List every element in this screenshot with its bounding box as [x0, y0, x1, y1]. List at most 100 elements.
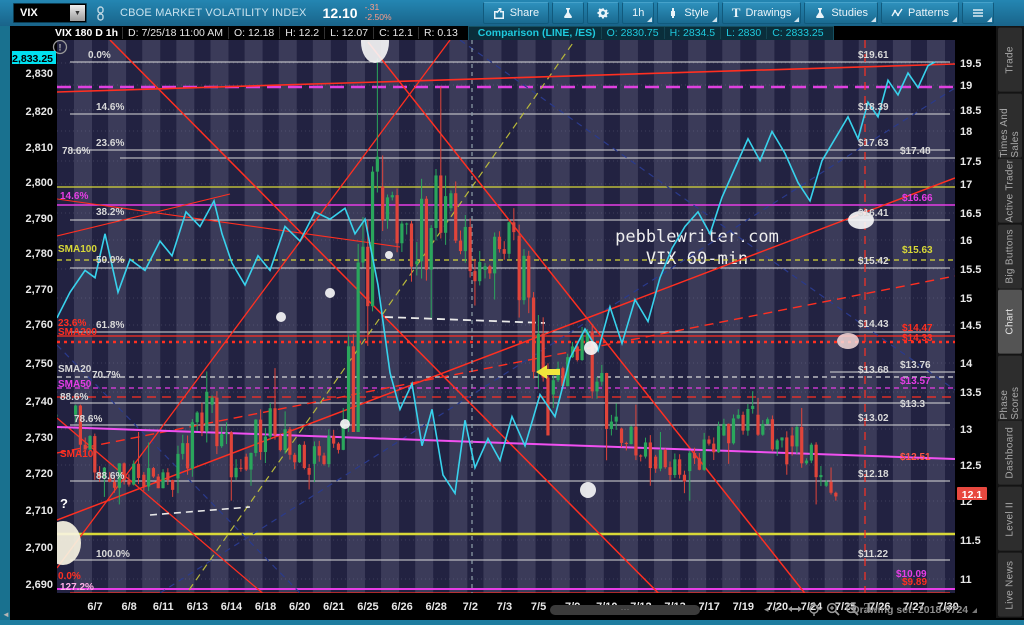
drawn-ellipse	[325, 288, 335, 298]
sidebar-tab-phase-scores[interactable]: Phase Scores	[998, 356, 1022, 420]
ohlc-field: C: 12.1	[373, 27, 418, 39]
right-axis-tick: 14.5	[960, 320, 981, 332]
date-label: 6/20	[289, 601, 310, 613]
sidebar-tab-dashboard[interactable]: Dashboard	[998, 421, 1022, 485]
chart-canvas[interactable]: pebblewriter.comVIX 60-min?0.0%14.6%23.6…	[0, 0, 1024, 625]
level-label: 88.6%	[96, 471, 124, 482]
level-label: 0.0%	[88, 50, 111, 61]
level-label: $11.22	[858, 549, 888, 560]
right-axis-tick: 15	[960, 293, 972, 305]
level-label: SMA200	[58, 327, 97, 338]
ohlc-field: D: 7/25/18 11:00 AM	[122, 27, 228, 39]
level-label: 78.6%	[74, 414, 102, 425]
level-label: 88.6%	[60, 392, 88, 403]
sidebar-tab-active-trader[interactable]: Active Trader	[998, 159, 1022, 223]
style-button[interactable]: Style	[657, 2, 718, 24]
right-axis-tick: 12.5	[960, 460, 981, 472]
link-icon[interactable]	[95, 6, 106, 21]
drawing-set-selector[interactable]: Drawing set: 2018-0724	[852, 604, 977, 616]
patterns-button[interactable]: Patterns	[881, 2, 959, 24]
level-label: $17.63	[858, 138, 889, 149]
right-axis-tick: 14	[960, 358, 973, 370]
drawings-button[interactable]: T Drawings	[722, 2, 802, 24]
level-label: $17.48	[900, 146, 931, 157]
date-label: 6/21	[323, 601, 344, 613]
onDemand-button[interactable]	[552, 2, 584, 24]
studies-button[interactable]: Studies	[804, 2, 878, 24]
comparison-field: H: 2834.5	[664, 27, 721, 39]
gear-icon	[597, 7, 609, 19]
symbol-dropdown[interactable]: VIX ▼	[13, 3, 87, 23]
left-axis-tick: 2,740	[25, 396, 53, 408]
interval-button[interactable]: 1h	[622, 2, 654, 24]
symbol-value: VIX	[14, 7, 69, 19]
comparison-field: L: 2830	[720, 27, 766, 39]
chart-ohlc-header: VIX 180 D 1h D: 7/25/18 11:00 AMO: 12.18…	[10, 26, 996, 40]
sidebar-tab-chart[interactable]: Chart	[998, 290, 1022, 354]
level-label: 0.0%	[58, 571, 81, 582]
level-label: $13.3	[900, 399, 925, 410]
settings-button[interactable]	[587, 2, 619, 24]
right-axis-tick: 13	[960, 424, 972, 436]
level-label: $9.89	[902, 577, 927, 588]
crosshair-icon[interactable]	[807, 602, 821, 616]
level-label: $19.61	[858, 50, 889, 61]
svg-text:VIX 60-min: VIX 60-min	[646, 249, 748, 269]
change-percent: -2.50%	[365, 13, 392, 23]
right-axis-tick: 19	[960, 80, 972, 92]
level-label: SMA50	[58, 379, 92, 390]
scroll-nav-arrows[interactable]: ◂ ▸	[764, 604, 782, 615]
left-axis-tick: 2,760	[25, 319, 53, 331]
right-axis-tick: 18	[960, 126, 972, 138]
left-axis-tick: 2,810	[25, 142, 53, 154]
sidebar-tab-big-buttons[interactable]: Big Buttons	[998, 225, 1022, 289]
chart-menu-button[interactable]	[962, 2, 994, 24]
level-label: SMA10	[60, 449, 94, 460]
level-label: 70.7%	[92, 370, 120, 381]
date-label: 6/13	[187, 601, 208, 613]
time-axis-scrollbar[interactable]: ···	[550, 605, 700, 615]
level-label: 38.2%	[96, 207, 124, 218]
style-icon	[667, 7, 679, 19]
level-label: $15.63	[902, 245, 933, 256]
right-axis-tick: 15.5	[960, 264, 981, 276]
level-label: SMA100	[58, 244, 97, 255]
level-label: 61.8%	[96, 320, 124, 331]
date-label: 6/11	[153, 601, 174, 613]
share-button[interactable]: Share	[483, 2, 549, 24]
ohlc-field: H: 12.2	[279, 27, 324, 39]
comparison-header: Comparison (LINE, /ES) O: 2830.75H: 2834…	[468, 26, 834, 40]
date-label: 6/7	[87, 601, 102, 613]
level-label: 14.6%	[96, 102, 124, 113]
sidebar-tab-live-news[interactable]: Live News	[998, 553, 1022, 617]
sidebar-tab-times-and-sales[interactable]: Times And Sales	[998, 94, 1022, 158]
svg-text:2,833.25: 2,833.25	[12, 53, 53, 65]
level-label: $14.43	[858, 319, 889, 330]
collapse-panel-icon[interactable]: ◄	[2, 610, 10, 619]
chevron-down-icon[interactable]: ▼	[70, 5, 85, 21]
left-axis-tick: 2,830	[25, 68, 53, 80]
pan-arrows-icon[interactable]	[788, 602, 802, 616]
left-axis-tick: 2,750	[25, 358, 53, 370]
level-label: 23.6%	[96, 138, 124, 149]
last-price: 12.10	[323, 5, 358, 21]
ohlc-field: R: 0.13	[418, 27, 463, 39]
left-axis-tick: 2,690	[25, 579, 53, 591]
sidebar-tab-level-ii[interactable]: Level II	[998, 487, 1022, 551]
zoom-in-icon[interactable]	[826, 602, 840, 616]
date-label: 6/28	[425, 601, 446, 613]
svg-text:pebblewriter.com: pebblewriter.com	[615, 227, 779, 247]
left-axis-tick: 2,770	[25, 284, 53, 296]
level-label: 78.6%	[62, 146, 90, 157]
left-axis-tick: 2,710	[25, 505, 53, 517]
level-label: 50.0%	[96, 255, 124, 266]
level-label: $13.68	[858, 365, 889, 376]
level-label: $13.02	[858, 413, 889, 424]
level-label: $16.66	[902, 193, 933, 204]
right-axis-tick: 16.5	[960, 208, 981, 220]
svg-text:!: !	[59, 43, 62, 53]
symbol-description: CBOE MARKET VOLATILITY INDEX	[120, 7, 307, 19]
sidebar-tab-trade[interactable]: Trade	[998, 28, 1022, 92]
flask-icon	[814, 7, 826, 19]
ohlc-field: L: 12.07	[324, 27, 373, 39]
